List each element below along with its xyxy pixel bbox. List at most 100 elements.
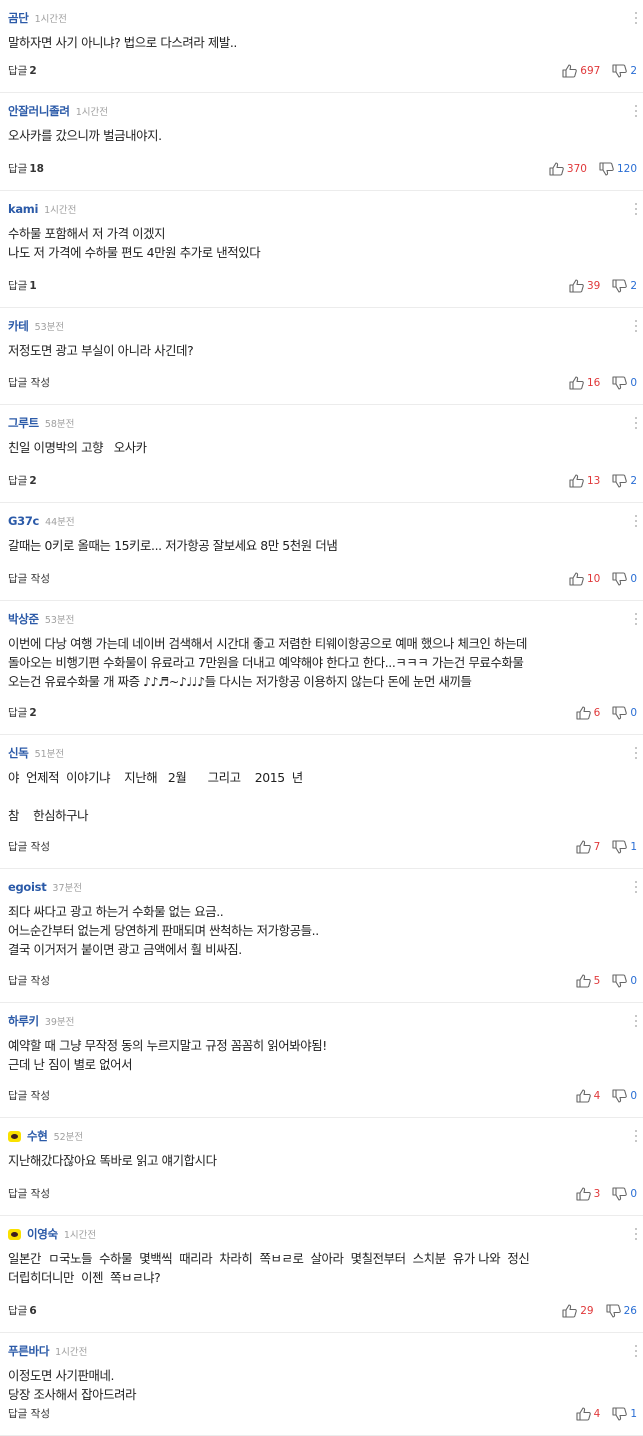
kakao-icon	[8, 1130, 21, 1142]
reply-count: 6	[29, 1305, 37, 1317]
comment-text: 지난해갔다잖아요 똑바로 읽고 얘기합시다	[8, 1151, 633, 1170]
dislike-button[interactable]: 0	[612, 1089, 637, 1103]
like-button[interactable]: 370	[549, 162, 599, 176]
vote-group: 60	[576, 706, 637, 720]
more-options-icon[interactable]	[635, 613, 639, 625]
thumbs-down-icon	[612, 279, 628, 293]
reply-button[interactable]: 답글 18	[8, 161, 44, 176]
like-button[interactable]: 16	[569, 376, 612, 390]
more-options-icon[interactable]	[635, 320, 639, 332]
more-options-icon[interactable]	[635, 12, 639, 24]
like-count: 370	[566, 163, 587, 175]
dislike-button[interactable]: 2	[612, 279, 637, 293]
reply-button[interactable]: 답글 2	[8, 473, 37, 488]
comment-item: 수현 52분전 지난해갔다잖아요 똑바로 읽고 얘기합시다 답글 작성 3 0	[0, 1118, 643, 1216]
comment-author[interactable]: 신독	[8, 745, 29, 761]
comment-author[interactable]: G37c	[8, 514, 39, 528]
reply-button[interactable]: 답글 6	[8, 1303, 37, 1318]
comment-author[interactable]: egoist	[8, 880, 47, 894]
dislike-count: 2	[630, 65, 637, 77]
comment-author[interactable]: 곰단	[8, 10, 29, 26]
dislike-count: 0	[630, 1188, 637, 1200]
dislike-button[interactable]: 120	[599, 162, 637, 176]
more-options-icon[interactable]	[635, 1228, 639, 1240]
comment-item: 신독 51분전 야 언제적 이야기냐 지난해 2월 그리고 2015 년 참 한심하…	[0, 735, 643, 869]
more-options-icon[interactable]	[635, 417, 639, 429]
reply-button[interactable]: 답글 작성	[8, 839, 50, 854]
comment-author[interactable]: 안잘러니졸려	[8, 103, 70, 119]
dislike-button[interactable]: 0	[612, 1187, 637, 1201]
like-button[interactable]: 29	[562, 1304, 605, 1318]
reply-button[interactable]: 답글 작성	[8, 973, 50, 988]
comment-author[interactable]: 그루트	[8, 415, 39, 431]
thumbs-down-icon	[612, 572, 628, 586]
dislike-button[interactable]: 1	[612, 1407, 637, 1421]
more-options-icon[interactable]	[635, 1345, 639, 1357]
like-button[interactable]: 6	[576, 706, 613, 720]
vote-group: 30	[576, 1187, 637, 1201]
more-options-icon[interactable]	[635, 747, 639, 759]
more-options-icon[interactable]	[635, 515, 639, 527]
comment-author[interactable]: 박상준	[8, 611, 39, 627]
comment-author[interactable]: 하루키	[8, 1013, 39, 1029]
like-button[interactable]: 7	[576, 840, 613, 854]
more-options-icon[interactable]	[635, 105, 639, 117]
more-options-icon[interactable]	[635, 1130, 639, 1142]
reply-button[interactable]: 답글 작성	[8, 571, 50, 586]
dislike-button[interactable]: 26	[606, 1304, 637, 1318]
like-button[interactable]: 4	[576, 1407, 613, 1421]
comment-author[interactable]: 수현	[27, 1128, 48, 1144]
thumbs-up-icon	[576, 706, 591, 720]
comment-line: 수하물 포함해서 저 가격 이겠지	[8, 226, 166, 241]
comment-header: 카테 53분전	[8, 318, 64, 334]
comment-author[interactable]: 이영숙	[27, 1226, 58, 1242]
reply-button[interactable]: 답글 2	[8, 705, 37, 720]
reply-button[interactable]: 답글 작성	[8, 375, 50, 390]
more-options-icon[interactable]	[635, 881, 639, 893]
comment-item: G37c 44분전 갈때는 0키로 올때는 15키로... 저가항공 잘보세요 8만…	[0, 503, 643, 601]
dislike-button[interactable]: 0	[612, 376, 637, 390]
vote-group: 13 2	[569, 474, 637, 488]
dislike-button[interactable]: 1	[612, 840, 637, 854]
comment-author[interactable]: kami	[8, 202, 38, 216]
reply-count: 1	[29, 280, 37, 292]
comment-item: 이영숙 1시간전 일본간 ㅁ국노들 수하물 몇백씩 때리라 차라히 쪽ㅂㄹ로 살아라…	[0, 1216, 643, 1333]
comment-text: 저정도면 광고 부실이 아니라 사긴데?	[8, 341, 633, 360]
like-button[interactable]: 10	[569, 572, 612, 586]
dislike-count: 2	[630, 280, 637, 292]
comment-author[interactable]: 푸른바다	[8, 1343, 49, 1359]
reply-button[interactable]: 답글 2	[8, 63, 37, 78]
comment-time: 1시간전	[34, 14, 67, 25]
like-button[interactable]: 39	[569, 279, 612, 293]
thumbs-up-icon	[569, 572, 584, 586]
comment-item: egoist 37분전 죄다 싸다고 광고 하는거 수화물 없는 요금.. 어느순간부…	[0, 869, 643, 1003]
reply-button[interactable]: 답글 1	[8, 278, 37, 293]
like-button[interactable]: 13	[569, 474, 612, 488]
reply-button[interactable]: 답글 작성	[8, 1406, 50, 1421]
like-button[interactable]: 697	[562, 64, 612, 78]
dislike-button[interactable]: 2	[612, 474, 637, 488]
dislike-button[interactable]: 0	[612, 706, 637, 720]
reply-button[interactable]: 답글 작성	[8, 1186, 50, 1201]
dislike-button[interactable]: 2	[612, 64, 637, 78]
reply-button[interactable]: 답글 작성	[8, 1088, 50, 1103]
dislike-button[interactable]: 0	[612, 974, 637, 988]
like-button[interactable]: 5	[576, 974, 613, 988]
dislike-button[interactable]: 0	[612, 572, 637, 586]
like-button[interactable]: 4	[576, 1089, 613, 1103]
more-options-icon[interactable]	[635, 1015, 639, 1027]
comment-author[interactable]: 카테	[8, 318, 29, 334]
like-button[interactable]: 3	[576, 1187, 613, 1201]
thumbs-down-icon	[612, 1407, 628, 1421]
reply-label: 답글 작성	[8, 975, 50, 987]
comment-line: 이번에 다낭 여행 가는데 네이버 검색해서 시간대 좋고 저렴한 티웨이항공으…	[8, 636, 527, 651]
thumbs-down-icon	[612, 474, 628, 488]
comment-line	[8, 787, 633, 806]
more-options-icon[interactable]	[635, 203, 639, 215]
thumbs-down-icon	[612, 974, 628, 988]
reply-label: 답글	[8, 163, 28, 175]
comment-time: 51분전	[34, 749, 65, 760]
like-count: 13	[586, 475, 601, 487]
comment-time: 44분전	[45, 517, 75, 528]
comment-header: egoist 37분전	[8, 879, 82, 895]
